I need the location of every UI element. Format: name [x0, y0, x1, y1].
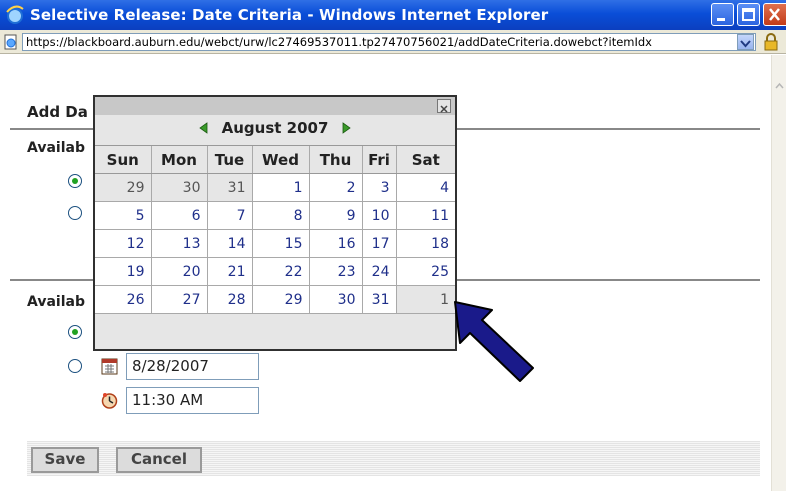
cancel-button[interactable]: Cancel: [116, 447, 202, 473]
dropdown-icon: [740, 40, 751, 48]
end-option-radio-2[interactable]: [68, 359, 82, 373]
page-icon: [4, 34, 17, 50]
calendar-day[interactable]: 31: [361, 285, 397, 314]
ie-logo-icon: [6, 5, 24, 24]
date-input[interactable]: 8/28/2007: [126, 353, 259, 380]
calendar-day[interactable]: 14: [206, 229, 253, 258]
prev-month-icon[interactable]: [198, 122, 210, 134]
calendar-day[interactable]: 26: [95, 285, 152, 314]
date-picker-popup: August 2007 Sun Mon Tue Wed Thu Fri Sat …: [93, 95, 457, 351]
weekday-label: Wed: [251, 145, 309, 174]
weekday-label: Thu: [308, 145, 362, 174]
calendar-week-row: 29 30 31 1 2 3 4: [95, 173, 455, 202]
calendar-day[interactable]: 16: [308, 229, 363, 258]
calendar-day[interactable]: 29: [251, 285, 310, 314]
calendar-day[interactable]: 3: [361, 173, 397, 202]
calendar-day[interactable]: 25: [395, 257, 455, 286]
calendar-day-other-month[interactable]: 31: [206, 173, 253, 202]
calendar-day[interactable]: 18: [395, 229, 455, 258]
weekday-label: Tue: [206, 145, 252, 174]
scroll-up-icon[interactable]: [774, 81, 785, 92]
calendar-day[interactable]: 21: [206, 257, 253, 286]
calendar-grid: Sun Mon Tue Wed Thu Fri Sat 29 30 31 1 2 3 4 5 6…: [95, 145, 455, 314]
end-option-radio-1[interactable]: [68, 325, 82, 339]
next-month-icon[interactable]: [340, 122, 352, 134]
calendar-week-row: 5 6 7 8 9 10 11: [95, 201, 455, 230]
calendar-day[interactable]: 28: [206, 285, 253, 314]
start-option-radio-2[interactable]: [68, 206, 82, 220]
weekday-label: Mon: [150, 145, 207, 174]
title-bar: Selective Release: Date Criteria - Windo…: [0, 0, 786, 30]
minimize-icon: [717, 18, 725, 21]
close-window-button[interactable]: [763, 3, 786, 26]
calendar-week-row: 12 13 14 15 16 17 18: [95, 229, 455, 258]
calendar-day[interactable]: 30: [308, 285, 363, 314]
vertical-scrollbar[interactable]: [771, 55, 786, 491]
clock-icon[interactable]: [101, 392, 118, 409]
time-input[interactable]: 11:30 AM: [126, 387, 259, 414]
calendar-day[interactable]: 13: [150, 229, 208, 258]
window-title: Selective Release: Date Criteria - Windo…: [30, 6, 549, 24]
calendar-day[interactable]: 20: [150, 257, 208, 286]
maximize-icon: [742, 8, 755, 21]
calendar-day[interactable]: 8: [251, 201, 310, 230]
calendar-day[interactable]: 24: [361, 257, 397, 286]
month-label: August 2007: [221, 119, 329, 137]
calendar-day-other-month[interactable]: 29: [95, 173, 152, 202]
calendar-day[interactable]: 2: [308, 173, 363, 202]
weekday-header-row: Sun Mon Tue Wed Thu Fri Sat: [95, 145, 455, 174]
close-icon: [440, 105, 448, 113]
calendar-day[interactable]: 4: [395, 173, 455, 202]
start-option-radio-1[interactable]: [68, 174, 82, 188]
calendar-day[interactable]: 19: [95, 257, 152, 286]
close-icon: [769, 8, 780, 21]
calendar-day[interactable]: 17: [361, 229, 397, 258]
calendar-day[interactable]: 11: [395, 201, 455, 230]
maximize-button[interactable]: [737, 3, 760, 26]
calendar-day[interactable]: 22: [251, 257, 310, 286]
calendar-week-row: 26 27 28 29 30 31 1: [95, 285, 455, 314]
url-field[interactable]: https://blackboard.auburn.edu/webct/urw/…: [22, 33, 756, 51]
calendar-day[interactable]: 10: [361, 201, 397, 230]
calendar-week-row: 19 20 21 22 23 24 25: [95, 257, 455, 286]
address-dropdown-button[interactable]: [737, 34, 754, 50]
calendar-day[interactable]: 23: [308, 257, 363, 286]
address-bar: https://blackboard.auburn.edu/webct/urw/…: [0, 30, 786, 54]
calendar-day-other-month[interactable]: 30: [150, 173, 208, 202]
calendar-day[interactable]: 12: [95, 229, 152, 258]
pointer-arrow-icon: [454, 301, 534, 382]
lock-icon[interactable]: [762, 33, 780, 51]
availability-end-label: Availab: [27, 294, 85, 310]
calendar-day[interactable]: 27: [150, 285, 208, 314]
weekday-label: Fri: [361, 145, 396, 174]
date-picker-titlebar[interactable]: [95, 97, 455, 115]
month-header: August 2007: [95, 119, 455, 137]
weekday-label: Sun: [95, 145, 151, 174]
calendar-day[interactable]: 15: [251, 229, 310, 258]
calendar-day[interactable]: 1: [251, 173, 310, 202]
availability-start-label: Availab: [27, 140, 85, 156]
calendar-day[interactable]: 9: [308, 201, 363, 230]
calendar-day[interactable]: 6: [150, 201, 208, 230]
minimize-button[interactable]: [711, 3, 734, 26]
calendar-day[interactable]: 5: [95, 201, 152, 230]
save-button[interactable]: Save: [31, 447, 99, 473]
weekday-label: Sat: [395, 145, 455, 174]
calendar-day[interactable]: 7: [206, 201, 253, 230]
calendar-days: 29 30 31 1 2 3 4 5 6 7 8 9 10 11 12 13 14 15 16 17 18 19 20 21 2…: [95, 173, 455, 314]
calendar-icon[interactable]: [101, 358, 118, 375]
date-picker-close-button[interactable]: [437, 99, 451, 113]
page-heading: Add Da: [27, 103, 88, 121]
